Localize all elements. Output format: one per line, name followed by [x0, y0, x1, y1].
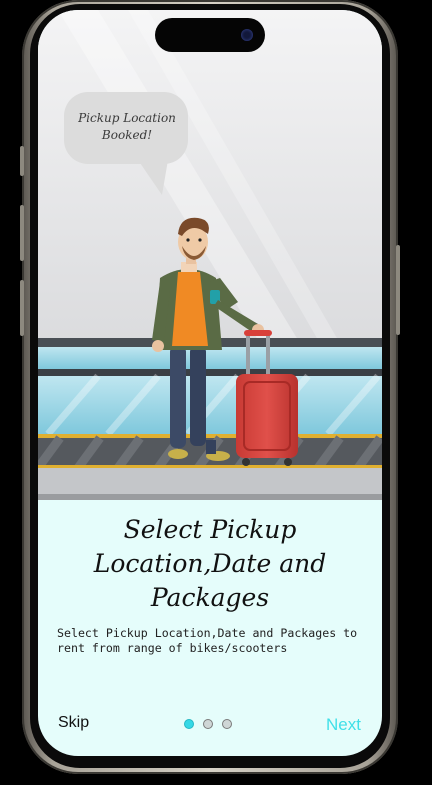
dynamic-island — [155, 18, 265, 52]
onboarding-title: Select Pickup Location,Date and Packages — [93, 515, 327, 612]
onboarding-description: Select Pickup Location,Date and Packages… — [57, 626, 358, 655]
page-dot-2[interactable] — [203, 719, 213, 729]
front-camera-icon — [241, 29, 253, 41]
speech-bubble-text: Pickup Location Booked! — [78, 111, 176, 142]
hero-illustration: Pickup Location Booked! — [38, 10, 382, 500]
airport-traveler-illustration — [38, 10, 382, 500]
skip-button[interactable]: Skip — [58, 714, 89, 732]
volume-down-button — [20, 280, 24, 336]
page-dot-1[interactable] — [184, 719, 194, 729]
onboarding-screen: Pickup Location Booked! Select Pickup Lo… — [38, 10, 382, 756]
page-indicator — [184, 719, 232, 729]
action-button — [20, 146, 24, 176]
page-dot-3[interactable] — [222, 719, 232, 729]
next-button[interactable]: Next — [326, 715, 361, 735]
volume-up-button — [20, 205, 24, 261]
power-button — [396, 245, 400, 335]
